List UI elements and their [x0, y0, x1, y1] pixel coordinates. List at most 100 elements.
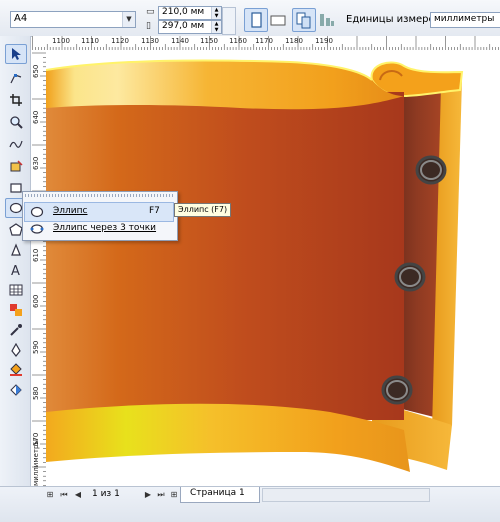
page-height-field[interactable]: 297,0 мм ▲ ▼	[158, 20, 222, 34]
ruler-label: 640	[32, 110, 40, 124]
table-icon	[9, 284, 23, 296]
page-height-icon: ▯	[146, 21, 151, 31]
page-tab-label: Страница 1	[190, 488, 245, 498]
all-pages-button[interactable]	[292, 8, 316, 32]
ruler-label: 1170	[255, 37, 273, 45]
shape-edit-icon	[10, 74, 22, 84]
freehand-icon	[9, 140, 23, 148]
ruler-label: 600	[32, 294, 40, 308]
pen-nib-icon	[11, 343, 21, 357]
interactive-fill-tool-button[interactable]	[5, 380, 27, 400]
horizontal-ruler[interactable]: 1100 1110 1120 1130 1140 1150 1160 1170 …	[32, 36, 500, 51]
units-dropdown[interactable]: миллиметры	[430, 12, 500, 28]
ruler-label: 1110	[81, 37, 99, 45]
shape-tool-button[interactable]	[5, 68, 27, 88]
ruler-unit-label: миллиметры	[32, 439, 40, 486]
drawing-canvas[interactable]	[46, 50, 500, 488]
previous-page-button[interactable]: ◀	[72, 489, 84, 501]
magnifier-icon	[10, 116, 23, 129]
ruler-label: 630	[32, 156, 40, 170]
ruler-label: 1150	[200, 37, 218, 45]
interactive-blend-icon	[10, 304, 22, 316]
property-bar: A4 ▼ ▭ 210,0 мм ▲ ▼ ▯ 297,0 мм ▲ ▼ Единицы…	[0, 0, 500, 37]
add-page-after-icon[interactable]: ⊞	[168, 489, 180, 501]
add-page-before-icon[interactable]: ⊞	[44, 489, 56, 501]
fill-tool-button[interactable]	[5, 360, 27, 380]
ellipse-icon	[30, 206, 44, 218]
next-page-button[interactable]: ▶	[142, 489, 154, 501]
scroll-artwork[interactable]	[46, 50, 500, 488]
height-spinner[interactable]: ▲ ▼	[211, 21, 221, 33]
eyedropper-icon	[10, 324, 22, 336]
zoom-tool-button[interactable]	[5, 112, 27, 132]
current-page-icon	[320, 14, 334, 26]
flyout-item-3-point-ellipse[interactable]: Эллипс через 3 точки	[25, 220, 173, 238]
arrow-pointer-icon	[12, 48, 21, 60]
paint-bucket-icon	[10, 363, 22, 376]
text-icon: A	[11, 264, 20, 277]
first-page-button[interactable]: ⏮	[58, 489, 70, 501]
ellipse-icon	[9, 202, 23, 214]
page-counter: 1 из 1	[92, 489, 120, 499]
basic-shapes-tool-button[interactable]	[5, 240, 27, 260]
smart-fill-icon	[10, 160, 23, 172]
svg-text:A: A	[11, 264, 20, 277]
ruler-label: 610	[32, 248, 40, 262]
all-pages-icon	[296, 12, 311, 29]
pick-tool-button[interactable]	[5, 44, 27, 64]
text-tool-button[interactable]: A	[5, 260, 27, 280]
width-spinner[interactable]: ▲ ▼	[211, 7, 221, 19]
grommet-top	[415, 155, 447, 185]
flyout-item-ellipse[interactable]: Эллипс F7	[24, 202, 174, 222]
eyedropper-tool-button[interactable]	[5, 320, 27, 340]
last-page-button[interactable]: ⏭	[155, 489, 167, 501]
landscape-button[interactable]	[266, 8, 290, 32]
ruler-label: 1120	[111, 37, 129, 45]
flyout-item-label: Эллипс через 3 точки	[53, 223, 157, 233]
tooltip: Эллипс (F7)	[174, 203, 232, 217]
chevron-down-icon[interactable]: ▼	[122, 12, 135, 27]
rectangle-icon	[10, 183, 22, 193]
interactive-fill-icon	[10, 384, 22, 396]
polygon-icon	[9, 223, 23, 236]
lock-ratio-button[interactable]	[222, 7, 236, 35]
top-gold-band	[46, 60, 404, 110]
page-width-value: 210,0 мм	[162, 7, 205, 17]
grommet-middle	[394, 262, 426, 292]
three-point-ellipse-icon	[30, 224, 44, 234]
ruler-label: 1190	[315, 37, 333, 45]
ruler-label: 1130	[141, 37, 159, 45]
grommet-bottom	[381, 375, 413, 405]
page-size-value: A4	[14, 13, 28, 24]
ruler-label: 580	[32, 386, 40, 400]
ruler-label: 1140	[171, 37, 189, 45]
table-tool-button[interactable]	[5, 280, 27, 300]
flyout-grip[interactable]	[25, 194, 173, 197]
ruler-label: 590	[32, 340, 40, 354]
page-size-dropdown[interactable]: A4 ▼	[10, 11, 136, 28]
ellipse-tool-flyout: Эллипс F7 Эллипс через 3 точки	[22, 191, 178, 241]
basic-shapes-icon	[11, 243, 21, 256]
flyout-item-label: Эллипс	[53, 206, 88, 216]
page-height-value: 297,0 мм	[162, 21, 205, 31]
ruler-label: 1180	[285, 37, 303, 45]
horizontal-scrollbar[interactable]	[262, 488, 430, 502]
page-width-icon: ▭	[146, 7, 155, 17]
front-panel	[46, 89, 404, 420]
toolbox: A	[0, 36, 31, 486]
ruler-label: 1160	[229, 37, 247, 45]
ruler-label: 650	[32, 64, 40, 78]
page-tab[interactable]: Страница 1	[180, 487, 260, 503]
portrait-button[interactable]	[244, 8, 268, 32]
interactive-tool-button[interactable]	[5, 300, 27, 320]
landscape-icon	[270, 15, 286, 26]
vertical-ruler[interactable]: 650 640 630 620 610 600 590 580 570 милл…	[32, 50, 47, 488]
flyout-item-shortcut: F7	[149, 206, 160, 216]
current-page-button[interactable]	[314, 8, 338, 32]
page-width-field[interactable]: 210,0 мм ▲ ▼	[158, 6, 222, 20]
freehand-tool-button[interactable]	[5, 134, 27, 154]
crop-tool-button[interactable]	[5, 90, 27, 110]
ruler-label: 1100	[52, 37, 70, 45]
outline-tool-button[interactable]	[5, 340, 27, 360]
smart-fill-tool-button[interactable]	[5, 156, 27, 176]
